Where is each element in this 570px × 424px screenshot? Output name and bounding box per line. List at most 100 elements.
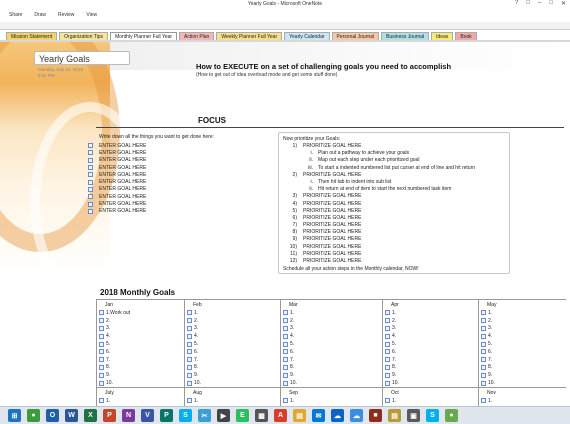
checkbox[interactable] (385, 364, 390, 370)
month-goal-entry[interactable]: 6. (385, 348, 478, 356)
onenote-icon[interactable]: N (122, 409, 135, 422)
checkbox[interactable] (481, 364, 486, 370)
checkbox[interactable] (99, 372, 104, 378)
prioritize-subitem[interactable]: ii. Map out each step under each priorit… (283, 157, 505, 164)
month-goal-entry[interactable]: 4. (99, 332, 184, 340)
month-goal-entry[interactable]: 5. (99, 340, 184, 348)
month-goal-entry[interactable]: 3. (481, 325, 566, 333)
month-goal-entry[interactable]: 7. (187, 356, 280, 364)
prioritize-item[interactable]: 9) PRIORITIZE GOAL HERE (283, 236, 505, 243)
app-icon[interactable]: ▦ (255, 409, 268, 422)
month-goal-entry[interactable]: 5. (283, 340, 382, 348)
help-button[interactable]: ? (515, 0, 518, 7)
checkbox[interactable] (99, 398, 104, 404)
goal-row[interactable]: ENTER GOAL HERE (88, 186, 214, 193)
checkbox[interactable] (481, 333, 486, 339)
prioritize-item[interactable]: 8) PRIORITIZE GOAL HERE (283, 229, 505, 236)
checkbox[interactable] (283, 357, 288, 363)
prioritize-subitem[interactable]: i. Plan out a pathway to achieve your go… (283, 150, 505, 157)
checkbox[interactable] (385, 349, 390, 355)
powerpoint-icon[interactable]: P (103, 409, 116, 422)
checkbox[interactable] (187, 398, 192, 404)
checkbox[interactable] (187, 310, 192, 316)
month-goal-entry[interactable]: 9. (187, 371, 280, 379)
snip-icon[interactable]: ✂ (198, 409, 211, 422)
checkbox[interactable] (99, 310, 104, 316)
email-icon[interactable]: ✉ (312, 409, 325, 422)
month-goal-entry[interactable]: 1. (385, 397, 478, 405)
checkbox[interactable] (187, 380, 192, 386)
month-goal-entry[interactable]: 8. (385, 364, 478, 372)
goal-row[interactable]: ENTER GOAL HERE (88, 200, 214, 207)
month-goal-entry[interactable]: 10. (385, 379, 478, 387)
checkbox[interactable] (99, 357, 104, 363)
checkbox[interactable] (385, 380, 390, 386)
checkbox[interactable] (99, 364, 104, 370)
checkbox[interactable] (283, 349, 288, 355)
month-goal-entry[interactable]: 4. (283, 332, 382, 340)
publisher-icon[interactable]: P (160, 409, 173, 422)
chat-icon[interactable]: ● (445, 409, 458, 422)
acrobat-icon[interactable]: A (274, 409, 287, 422)
cloud-icon[interactable]: ☁ (350, 409, 363, 422)
month-goal-entry[interactable]: 8. (187, 364, 280, 372)
prioritize-item[interactable]: 1) PRIORITIZE GOAL HERE (283, 143, 505, 150)
checkbox[interactable] (283, 310, 288, 316)
month-goal-entry[interactable]: 10. (99, 379, 184, 387)
month-goal-entry[interactable]: 6. (99, 348, 184, 356)
month-goal-entry[interactable]: 10. (481, 379, 566, 387)
checkbox[interactable] (481, 357, 486, 363)
ribbon-tab-review[interactable]: Review (58, 12, 74, 18)
month-goal-entry[interactable]: 1. (283, 397, 382, 405)
folder-icon[interactable]: ▤ (293, 409, 306, 422)
month-goal-entry[interactable]: 2. (187, 317, 280, 325)
section-tab[interactable]: Organization Tips (59, 32, 109, 40)
checkbox[interactable] (99, 333, 104, 339)
month-goal-entry[interactable]: 4. (385, 332, 478, 340)
goal-text[interactable]: ENTER GOAL HERE (99, 150, 146, 156)
media-icon[interactable]: ■ (369, 409, 382, 422)
checkbox[interactable] (385, 357, 390, 363)
goal-row[interactable]: ENTER GOAL HERE (88, 208, 214, 215)
goal-text[interactable]: ENTER GOAL HERE (99, 186, 146, 192)
checkbox[interactable] (481, 372, 486, 378)
excel-icon[interactable]: X (84, 409, 97, 422)
checkbox[interactable] (187, 372, 192, 378)
section-tab[interactable]: Yearly Calendar (284, 32, 330, 40)
checkbox[interactable] (99, 318, 104, 324)
checkbox[interactable] (88, 165, 93, 171)
page-title[interactable]: Yearly Goals (39, 54, 90, 64)
prioritize-item[interactable]: 6) PRIORITIZE GOAL HERE (283, 215, 505, 222)
checkbox[interactable] (481, 398, 486, 404)
goal-text[interactable]: ENTER GOAL HERE (99, 172, 146, 178)
prioritize-item[interactable]: 3) PRIORITIZE GOAL HERE (283, 193, 505, 200)
checkbox[interactable] (99, 341, 104, 347)
checkbox[interactable] (283, 333, 288, 339)
checkbox[interactable] (385, 325, 390, 331)
prioritize-box[interactable]: Now prioritize your Goals: 1) PRIORITIZE… (278, 132, 510, 274)
month-goal-entry[interactable]: 3. (187, 325, 280, 333)
checkbox[interactable] (283, 325, 288, 331)
checkbox[interactable] (187, 357, 192, 363)
month-goal-entry[interactable]: 3. (385, 325, 478, 333)
chrome-icon[interactable]: ● (27, 409, 40, 422)
goal-text[interactable]: ENTER GOAL HERE (99, 208, 146, 214)
checkbox[interactable] (187, 349, 192, 355)
checkbox[interactable] (385, 318, 390, 324)
ribbon-tab-share[interactable]: Share (9, 12, 22, 18)
checkbox[interactable] (88, 157, 93, 163)
month-goal-entry[interactable]: 5. (187, 340, 280, 348)
month-goal-entry[interactable]: 8. (283, 364, 382, 372)
checkbox[interactable] (187, 325, 192, 331)
month-goal-entry[interactable]: 2. (385, 317, 478, 325)
section-tab[interactable]: Action Plan (179, 32, 215, 40)
goal-row[interactable]: ENTER GOAL HERE (88, 142, 214, 149)
month-goal-entry[interactable]: 2. (481, 317, 566, 325)
goal-row[interactable]: ENTER GOAL HERE (88, 178, 214, 185)
checkbox[interactable] (283, 398, 288, 404)
checkbox[interactable] (481, 341, 486, 347)
section-tab[interactable]: Mission Statement (6, 32, 58, 40)
checkbox[interactable] (481, 318, 486, 324)
checkbox[interactable] (283, 318, 288, 324)
month-goal-entry[interactable]: 9. (99, 371, 184, 379)
